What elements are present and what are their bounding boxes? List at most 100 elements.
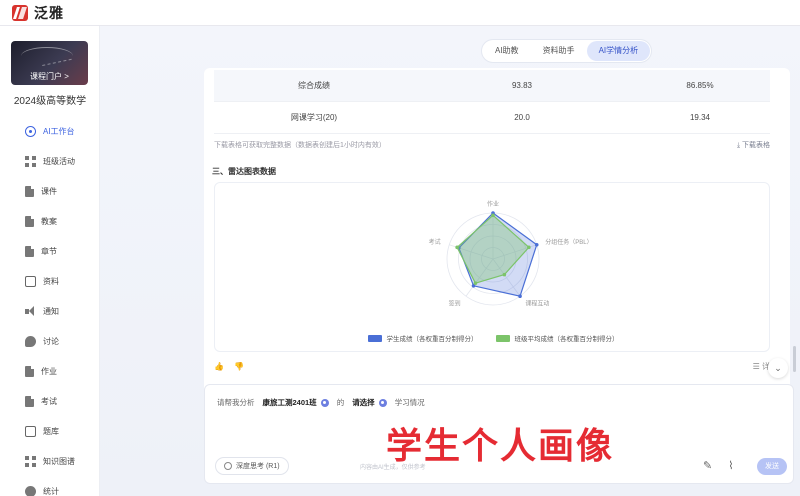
tab-ai-assistant[interactable]: AI助教 [483, 41, 531, 61]
main-panel: AI助教 资料助手 AI学情分析 综合成绩 93.83 86.85% 网课学习(… [100, 26, 800, 496]
sidebar-item-label: 教案 [41, 216, 57, 226]
download-table-link[interactable]: ⤓ 下载表格 [737, 140, 770, 156]
course-portal-link[interactable]: 课程门户 > [11, 71, 88, 82]
target-select-value: 请选择 [352, 398, 375, 407]
brush-icon[interactable]: ✎ [703, 459, 712, 472]
sidebar-item-lesson-plan[interactable]: 教案 [0, 206, 100, 236]
tab-material-assistant[interactable]: 资料助手 [531, 41, 587, 61]
document-icon [25, 365, 34, 377]
sidebar-item-label: 课件 [41, 186, 57, 196]
radar-axis-label: 分组任务（PBL） [545, 238, 592, 246]
prompt-template: 请帮我分析 康旅工测2401班 的 请选择 学习情况 [217, 397, 425, 408]
target-select[interactable]: 请选择 [352, 397, 387, 408]
thumbs-up-icon[interactable]: 👍 [214, 362, 224, 371]
sidebar-item-label: 通知 [43, 306, 59, 316]
send-button[interactable]: 发送 [757, 458, 787, 475]
mode-tabs: AI助教 资料助手 AI学情分析 [482, 40, 652, 62]
radar-axis-label: 签到 [449, 299, 461, 307]
sidebar-item-discussion[interactable]: 讨论 [0, 326, 100, 356]
download-label: 下载表格 [742, 142, 770, 149]
legend-item[interactable]: 学生成绩（各权重百分制得分） [367, 333, 478, 343]
table-row: 网课学习(20) 20.0 19.34 [214, 102, 770, 134]
sidebar-item-homework[interactable]: 作业 [0, 356, 100, 386]
feedback-bar: 👍 👎 ☰ 详 [214, 360, 770, 372]
table-cell: 综合成绩 [298, 81, 330, 90]
sidebar-item-label: 资料 [43, 276, 59, 286]
analysis-card: 综合成绩 93.83 86.85% 网课学习(20) 20.0 19.34 下载… [204, 68, 790, 406]
legend-label: 班级平均成绩（各权重百分制得分） [514, 336, 619, 343]
radar-data-point[interactable] [534, 242, 539, 247]
radar-data-point[interactable] [455, 245, 459, 250]
grid-icon [25, 155, 36, 167]
feedback-buttons: 👍 👎 [214, 362, 252, 371]
sidebar-item-question-bank[interactable]: 题库 [0, 416, 100, 446]
prompt-suffix: 学习情况 [394, 398, 425, 407]
folder-icon [25, 275, 36, 287]
sidebar-item-label: 章节 [41, 246, 57, 256]
table-row: 综合成绩 93.83 86.85% [214, 70, 770, 102]
atom-icon [224, 462, 232, 470]
composer-tools: ✎ ⌇ [703, 459, 734, 472]
tab-ai-analysis[interactable]: AI学情分析 [586, 41, 651, 61]
sidebar-item-chapters[interactable]: 章节 [0, 236, 100, 266]
sidebar-item-knowledge-graph[interactable]: 知识图谱 [0, 446, 100, 476]
radar-data-point[interactable] [473, 281, 478, 285]
sidebar-item-exam[interactable]: 考试 [0, 386, 100, 416]
sidebar-item-courseware[interactable]: 课件 [0, 176, 100, 206]
sidebar-item-statistics[interactable]: 统计 [0, 476, 100, 496]
sidebar-item-label: 题库 [43, 426, 59, 436]
radar-axis-label: 作业 [487, 200, 499, 208]
prompt-composer[interactable]: 请帮我分析 康旅工测2401班 的 请选择 学习情况 学生个人画像 深度思考 (… [204, 384, 794, 484]
sidebar-item-ai-workbench[interactable]: AI工作台 [0, 116, 100, 146]
sidebar-item-label: 考试 [41, 396, 57, 406]
sidebar-item-class-activity[interactable]: 班级活动 [0, 146, 100, 176]
brand-logo-icon[interactable] [12, 4, 28, 21]
document-icon [25, 395, 34, 407]
sidebar-item-label: 知识图谱 [43, 456, 75, 466]
section-title: 三、雷达图表数据 [212, 167, 276, 176]
class-select[interactable]: 康旅工测2401班 [263, 397, 329, 408]
table-cell: 86.85% [686, 81, 714, 90]
legend-swatch [367, 334, 382, 342]
radar-data-point[interactable] [502, 272, 507, 277]
sidebar: 课程门户 > 2024级高等数学 AI工作台 班级活动 课件 教案 章节 资料 [0, 26, 100, 496]
prompt-middle: 的 [336, 398, 345, 407]
thumbs-down-icon[interactable]: 👎 [234, 362, 244, 371]
sidebar-item-materials[interactable]: 资料 [0, 266, 100, 296]
table-cell: 网课学习(20) [290, 113, 338, 122]
radar-data-point[interactable] [491, 213, 495, 218]
chat-icon [25, 335, 36, 347]
sidebar-nav: AI工作台 班级活动 课件 教案 章节 资料 通知 讨论 作业 考试 题库 知识… [0, 116, 100, 496]
legend-item[interactable]: 班级平均成绩（各权重百分制得分） [495, 333, 619, 343]
dropdown-icon [378, 398, 387, 407]
chart-icon [25, 485, 36, 496]
database-icon [25, 425, 36, 437]
course-cover[interactable]: 课程门户 > [11, 41, 88, 85]
radar-data-point[interactable] [527, 245, 531, 250]
legend-swatch [495, 334, 510, 342]
footer-hint: 内容由AI生成，仅供参考 [360, 465, 426, 471]
sidebar-item-label: 统计 [43, 486, 59, 496]
dropdown-icon [320, 398, 329, 407]
speaker-icon [25, 305, 36, 317]
legend-label: 学生成绩（各权重百分制得分） [386, 336, 478, 343]
radar-data-point[interactable] [518, 294, 522, 299]
scrollbar[interactable] [793, 346, 796, 372]
document-icon [25, 215, 34, 227]
deep-think-toggle[interactable]: 深度思考 (R1) [215, 457, 289, 475]
table-cell: 20.0 [514, 113, 530, 122]
class-select-value: 康旅工测2401班 [262, 398, 317, 407]
chevron-down-icon: ⌄ [774, 363, 782, 373]
sidebar-item-label: 班级活动 [43, 156, 75, 166]
sidebar-item-label: 讨论 [43, 336, 59, 346]
brand-name: 泛雅 [34, 4, 64, 21]
score-table: 综合成绩 93.83 86.85% 网课学习(20) 20.0 19.34 [214, 70, 770, 134]
sidebar-item-label: AI工作台 [43, 126, 75, 136]
sidebar-item-notice[interactable]: 通知 [0, 296, 100, 326]
attachment-icon[interactable]: ⌇ [728, 459, 733, 472]
ai-icon [25, 125, 36, 137]
deep-think-label: 深度思考 (R1) [236, 463, 280, 470]
scroll-down-button[interactable]: ⌄ [768, 358, 788, 378]
graph-icon [25, 455, 36, 467]
radar-axis-label: 考试 [429, 238, 441, 246]
